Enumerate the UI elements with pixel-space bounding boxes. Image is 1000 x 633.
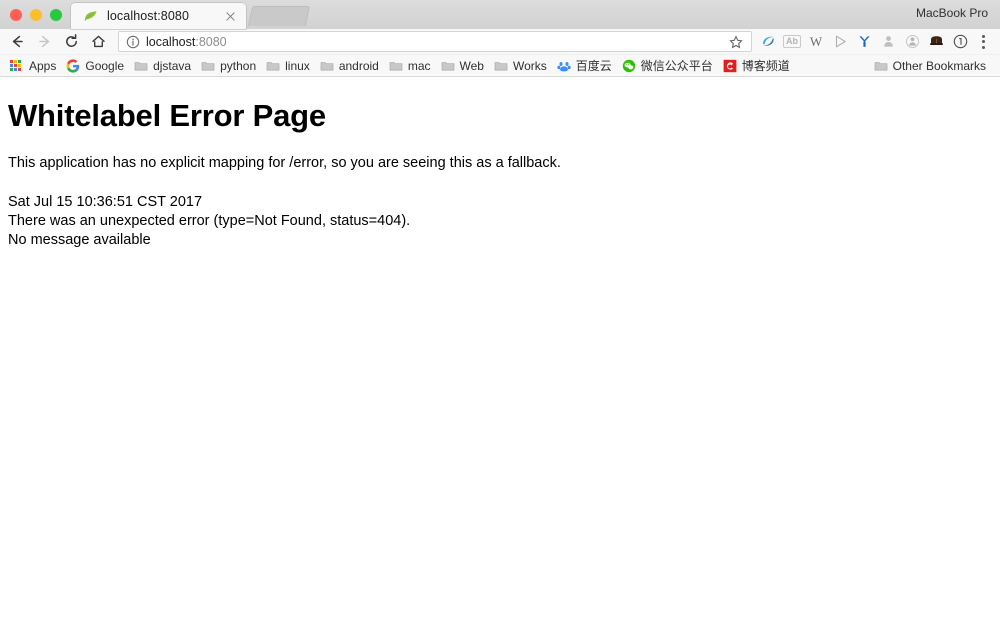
bookmark-label: Other Bookmarks [892, 58, 986, 73]
fallback-description: This application has no explicit mapping… [8, 154, 561, 171]
url-text: localhost:8080 [146, 35, 725, 49]
reload-button[interactable] [58, 30, 85, 54]
info-circle-icon[interactable] [126, 35, 140, 49]
tab-title: localhost:8080 [107, 9, 190, 23]
bookmark-label: 百度云 [575, 58, 612, 73]
folder-icon [201, 61, 215, 70]
hat-icon [929, 36, 943, 45]
address-bar[interactable]: localhost:8080 [118, 31, 752, 52]
window-traffic-lights [0, 0, 71, 29]
swirl-extension-icon[interactable] [756, 30, 780, 54]
browser-tab-localhost[interactable]: localhost:8080 [71, 3, 246, 29]
bookmark-folder-android[interactable]: android [316, 57, 385, 75]
bookmark-folder-mac[interactable]: mac [385, 57, 437, 75]
url-host: localhost [146, 34, 196, 49]
folder-icon [389, 61, 403, 70]
folder-icon [441, 61, 454, 70]
bookmark-folder-web[interactable]: Web [437, 57, 490, 75]
bookmark-folder-djstava[interactable]: djstava [130, 57, 197, 75]
bookmark-label: Google [85, 58, 125, 73]
maximize-window-button[interactable] [50, 8, 62, 21]
bookmark-label: Works [512, 58, 547, 73]
page-content: Whitelabel Error Page This application h… [0, 77, 1000, 633]
bookmark-label: linux [285, 58, 310, 73]
folder-icon [134, 61, 148, 70]
wikipedia-w-icon[interactable]: W [804, 30, 828, 54]
menu-dot [981, 40, 985, 43]
bookmark-label: 微信公众平台 [640, 58, 713, 73]
reload-icon [66, 34, 77, 47]
close-icon[interactable] [223, 9, 238, 24]
bookmark-folder-works[interactable]: Works [490, 57, 553, 75]
folder-icon [874, 61, 887, 70]
bookmark-label: Apps [29, 58, 57, 73]
tab-strip: localhost:8080 MacBook Pro [0, 0, 1000, 29]
close-window-button[interactable] [10, 8, 22, 21]
profile-avatar-badge[interactable] [948, 30, 972, 54]
error-detail: There was an unexpected error (type=Not … [8, 212, 411, 229]
menu-dot [981, 34, 985, 38]
person-outline-icon-glyph [905, 35, 919, 48]
bookmark-csdn-blog[interactable]: 博客频道 [719, 57, 796, 75]
bookmarks-bar: Apps Google djstava python linux android… [0, 55, 1000, 77]
folder-icon [494, 61, 508, 70]
baidu-cloud-icon [557, 61, 571, 71]
folder-icon [266, 61, 280, 70]
ab-translate-icon[interactable]: Ab [780, 30, 804, 54]
person-gray-icon[interactable] [876, 30, 900, 54]
error-message: No message available [8, 232, 151, 249]
home-icon [92, 35, 105, 48]
arrow-left-icon [12, 35, 23, 48]
error-timestamp: Sat Jul 15 10:36:51 CST 2017 [8, 193, 203, 210]
w-label: W [809, 34, 823, 49]
bookmark-label: Web [459, 58, 484, 73]
bookmark-star-button[interactable] [725, 31, 747, 52]
bookmark-label: mac [407, 58, 431, 73]
play-icon [835, 35, 846, 48]
bookmark-label: djstava [153, 58, 192, 73]
apps-grid-icon [10, 60, 24, 71]
url-port: :8080 [195, 34, 227, 49]
y-icon [858, 36, 870, 47]
bookmark-google[interactable]: Google [62, 57, 130, 75]
yandex-y-icon[interactable] [852, 30, 876, 54]
bookmark-wechat-platform[interactable]: 微信公众平台 [618, 57, 719, 75]
machine-name-label: MacBook Pro [915, 6, 988, 20]
chrome-menu-button[interactable] [972, 30, 994, 54]
bookmark-label: 博客频道 [741, 58, 790, 73]
folder-icon [320, 61, 334, 70]
csdn-c-icon [723, 59, 737, 72]
browser-toolbar: localhost:8080 Ab W [0, 29, 1000, 55]
star-icon [729, 34, 743, 48]
arrow-right-icon [39, 35, 50, 48]
spring-leaf-icon [84, 11, 97, 21]
dark-hat-extension-icon[interactable] [924, 30, 948, 54]
ab-label: Ab [783, 35, 801, 48]
swirl-icon [762, 36, 774, 46]
home-button[interactable] [85, 30, 112, 54]
person-icon [883, 36, 893, 47]
wechat-icon [622, 59, 635, 72]
forward-button [31, 30, 58, 54]
bookmark-baidu-cloud[interactable]: 百度云 [553, 57, 618, 75]
bookmark-apps[interactable]: Apps [6, 58, 62, 74]
bookmark-folder-python[interactable]: python [197, 57, 262, 75]
extension-icons: Ab W [756, 30, 994, 54]
new-tab-placeholder[interactable] [247, 6, 311, 26]
person-outline-icon[interactable] [900, 30, 924, 54]
bookmark-other-bookmarks[interactable]: Other Bookmarks [870, 57, 992, 75]
bookmark-label: python [220, 58, 257, 73]
google-g-icon [66, 58, 80, 73]
menu-dot [981, 45, 985, 49]
bookmark-label: android [338, 58, 379, 73]
page-title: Whitelabel Error Page [8, 98, 326, 133]
minimize-window-button[interactable] [30, 8, 42, 21]
play-triangle-icon[interactable] [828, 30, 852, 54]
avatar-badge-icon [953, 34, 967, 49]
bookmark-folder-linux[interactable]: linux [262, 57, 316, 75]
back-button[interactable] [4, 30, 31, 54]
